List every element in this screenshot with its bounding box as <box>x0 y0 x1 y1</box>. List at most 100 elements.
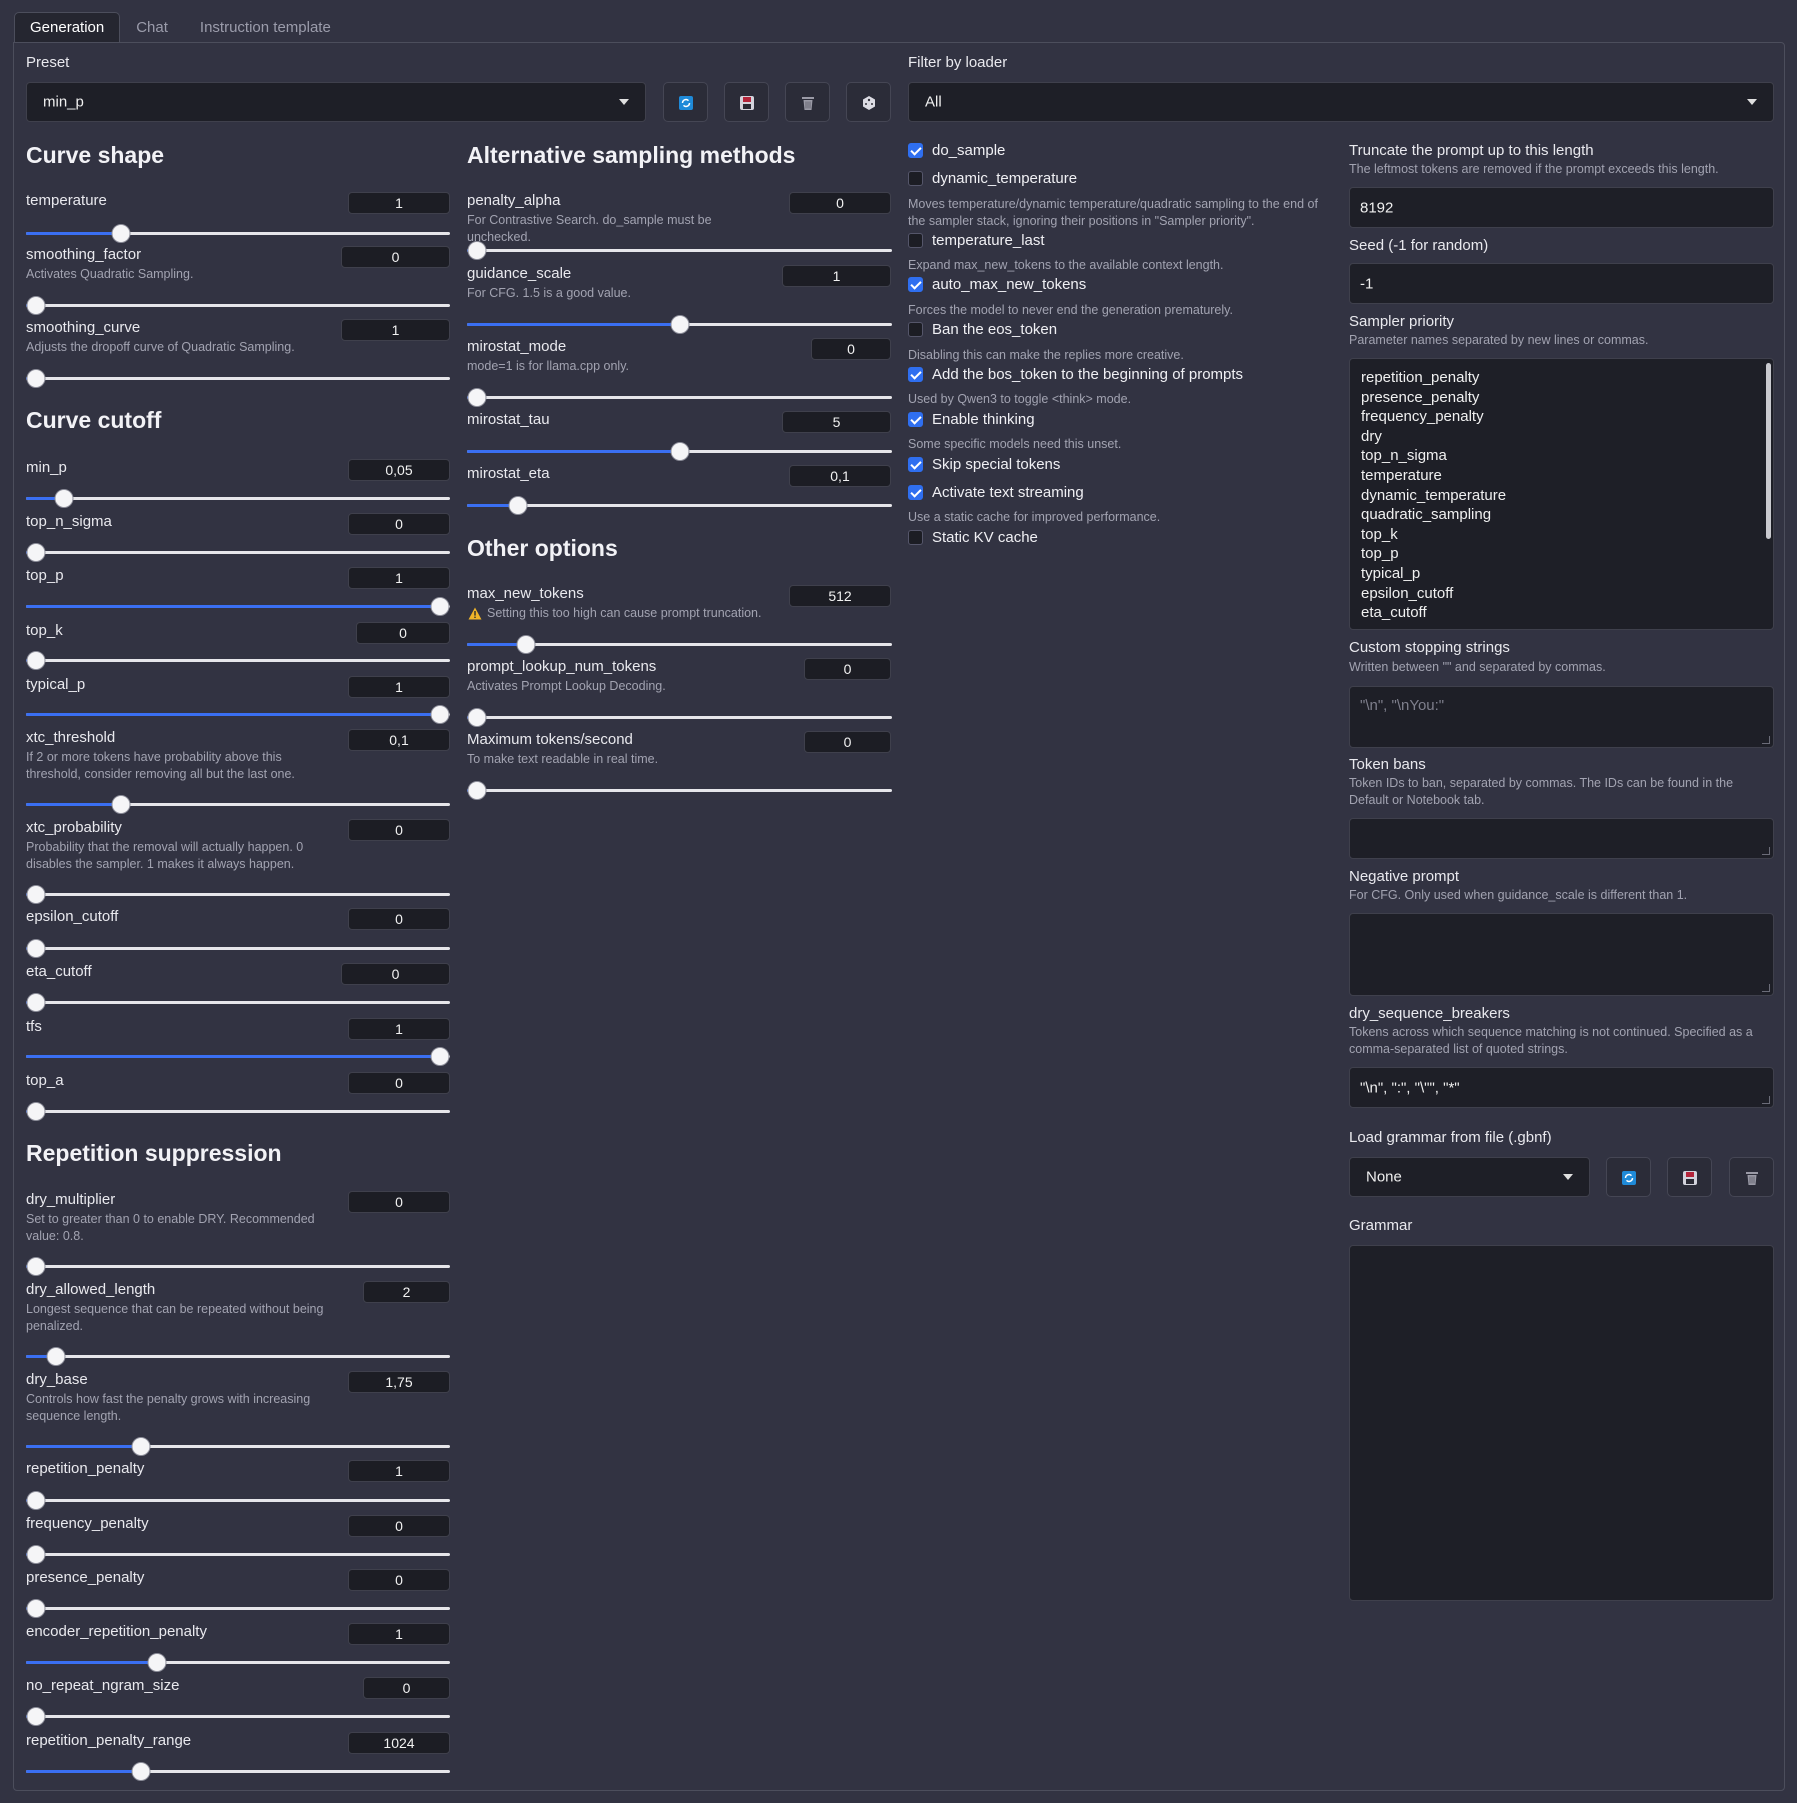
tfs-slider[interactable] <box>26 1047 450 1066</box>
guidance-scale-slider-handle[interactable] <box>670 315 689 334</box>
negative-prompt-input[interactable] <box>1349 913 1774 996</box>
smoothing-factor-input[interactable]: 0 <box>341 246 450 268</box>
scrollbar[interactable] <box>1766 363 1771 539</box>
temperature-input[interactable]: 1 <box>348 192 450 214</box>
no-repeat-ngram-size-slider[interactable] <box>26 1707 450 1726</box>
seed-input[interactable]: -1 <box>1349 263 1774 304</box>
dry-multiplier-slider-handle[interactable] <box>26 1257 46 1276</box>
top-p-slider-handle[interactable] <box>430 597 450 616</box>
xtc-threshold-slider-handle[interactable] <box>111 795 131 814</box>
smoothing-curve-input[interactable]: 1 <box>341 319 450 341</box>
top-p-input[interactable]: 1 <box>348 567 450 589</box>
repetition-penalty-range-slider-handle[interactable] <box>131 1762 151 1781</box>
xtc-threshold-slider[interactable] <box>26 795 450 814</box>
refresh-preset-button[interactable] <box>663 82 708 122</box>
top-p-slider[interactable] <box>26 597 450 616</box>
delete-grammar-button[interactable] <box>1729 1157 1774 1197</box>
repetition-penalty-slider-handle[interactable] <box>26 1491 46 1510</box>
xtc-threshold-input[interactable]: 0,1 <box>348 729 450 751</box>
no-repeat-ngram-size-input[interactable]: 0 <box>363 1677 450 1699</box>
top-k-slider[interactable] <box>26 651 450 670</box>
presence-penalty-slider-handle[interactable] <box>26 1599 46 1618</box>
repetition-penalty-range-input[interactable]: 1024 <box>348 1732 450 1754</box>
grammar-file-dropdown[interactable]: None <box>1349 1157 1590 1197</box>
top-k-slider-handle[interactable] <box>26 651 46 670</box>
eta-cutoff-slider-handle[interactable] <box>26 993 46 1012</box>
refresh-grammar-button[interactable] <box>1606 1157 1651 1197</box>
epsilon-cutoff-input[interactable]: 0 <box>348 908 450 930</box>
smoothing-factor-slider-handle[interactable] <box>26 296 46 315</box>
eta-cutoff-input[interactable]: 0 <box>341 963 450 985</box>
static-kv-cache-checkbox[interactable] <box>908 530 923 545</box>
no-repeat-ngram-size-slider-handle[interactable] <box>26 1707 46 1726</box>
dry-allowed-length-slider-handle[interactable] <box>46 1347 66 1366</box>
guidance-scale-input[interactable]: 1 <box>782 265 891 287</box>
stopping-strings-input[interactable]: "\n", "\nYou:" <box>1349 686 1774 748</box>
dry-allowed-length-input[interactable]: 2 <box>363 1281 450 1303</box>
max-new-tokens-slider-handle[interactable] <box>516 635 536 654</box>
smoothing-curve-slider-handle[interactable] <box>26 369 46 388</box>
preset-dropdown[interactable]: min_p <box>26 82 646 122</box>
auto-max-new-tokens-checkbox[interactable] <box>908 277 923 292</box>
prompt-lookup-num-tokens-slider-handle[interactable] <box>467 708 487 727</box>
repetition-penalty-input[interactable]: 1 <box>348 1460 450 1482</box>
top-n-sigma-input[interactable]: 0 <box>348 513 450 535</box>
top-n-sigma-slider[interactable] <box>26 543 450 562</box>
tab-generation[interactable]: Generation <box>14 12 121 42</box>
text-streaming-checkbox[interactable] <box>908 485 923 500</box>
top-a-slider[interactable] <box>26 1102 450 1121</box>
penalty-alpha-slider[interactable] <box>467 241 892 260</box>
encoder-repetition-penalty-slider[interactable] <box>26 1653 450 1672</box>
enable-thinking-checkbox[interactable] <box>908 412 923 427</box>
encoder-repetition-penalty-input[interactable]: 1 <box>348 1623 450 1645</box>
mirostat-tau-slider-handle[interactable] <box>670 442 689 461</box>
save-preset-button[interactable] <box>724 82 769 122</box>
xtc-probability-slider-handle[interactable] <box>26 885 46 904</box>
xtc-probability-input[interactable]: 0 <box>348 819 450 841</box>
grammar-editor[interactable] <box>1349 1245 1774 1601</box>
guidance-scale-slider[interactable] <box>467 315 892 334</box>
typical-p-slider-handle[interactable] <box>430 705 450 724</box>
prompt-lookup-num-tokens-slider[interactable] <box>467 708 892 727</box>
truncate-input[interactable]: 8192 <box>1349 187 1774 228</box>
dynamic-temperature-checkbox[interactable] <box>908 171 923 186</box>
dry-breakers-input[interactable]: "\n", ":", "\"", "*" <box>1349 1067 1774 1108</box>
eta-cutoff-slider[interactable] <box>26 993 450 1012</box>
random-preset-button[interactable] <box>846 82 891 122</box>
tfs-input[interactable]: 1 <box>348 1018 450 1040</box>
typical-p-slider[interactable] <box>26 705 450 724</box>
tfs-slider-handle[interactable] <box>430 1047 450 1066</box>
resize-handle[interactable] <box>1762 1096 1770 1104</box>
maximum-tokens-second-input[interactable]: 0 <box>804 731 891 753</box>
top-a-slider-handle[interactable] <box>26 1102 46 1121</box>
filter-loader-dropdown[interactable]: All <box>908 82 1774 122</box>
tab-instruction-template[interactable]: Instruction template <box>184 12 347 42</box>
mirostat-tau-slider[interactable] <box>467 442 892 461</box>
mirostat-eta-slider-handle[interactable] <box>508 496 527 515</box>
token-bans-input[interactable] <box>1349 818 1774 859</box>
frequency-penalty-slider-handle[interactable] <box>26 1545 46 1564</box>
maximum-tokens-second-slider[interactable] <box>467 781 892 800</box>
mirostat-mode-slider[interactable] <box>467 388 892 407</box>
smoothing-factor-slider[interactable] <box>26 296 450 315</box>
max-new-tokens-input[interactable]: 512 <box>789 585 891 607</box>
add-bos-checkbox[interactable] <box>908 367 923 382</box>
frequency-penalty-input[interactable]: 0 <box>348 1515 450 1537</box>
mirostat-eta-input[interactable]: 0,1 <box>789 465 891 487</box>
dry-base-slider-handle[interactable] <box>131 1437 151 1456</box>
repetition-penalty-slider[interactable] <box>26 1491 450 1510</box>
dry-multiplier-slider[interactable] <box>26 1257 450 1276</box>
dry-allowed-length-slider[interactable] <box>26 1347 450 1366</box>
repetition-penalty-range-slider[interactable] <box>26 1762 450 1781</box>
epsilon-cutoff-slider[interactable] <box>26 939 450 958</box>
presence-penalty-slider[interactable] <box>26 1599 450 1618</box>
resize-handle[interactable] <box>1762 736 1770 744</box>
encoder-repetition-penalty-slider-handle[interactable] <box>147 1653 167 1672</box>
min-p-slider-handle[interactable] <box>54 489 74 508</box>
resize-handle[interactable] <box>1762 984 1770 992</box>
top-k-input[interactable]: 0 <box>356 622 450 644</box>
dry-base-slider[interactable] <box>26 1437 450 1456</box>
temperature-slider-handle[interactable] <box>111 224 131 243</box>
max-new-tokens-slider[interactable] <box>467 635 892 654</box>
min-p-slider[interactable] <box>26 489 450 508</box>
